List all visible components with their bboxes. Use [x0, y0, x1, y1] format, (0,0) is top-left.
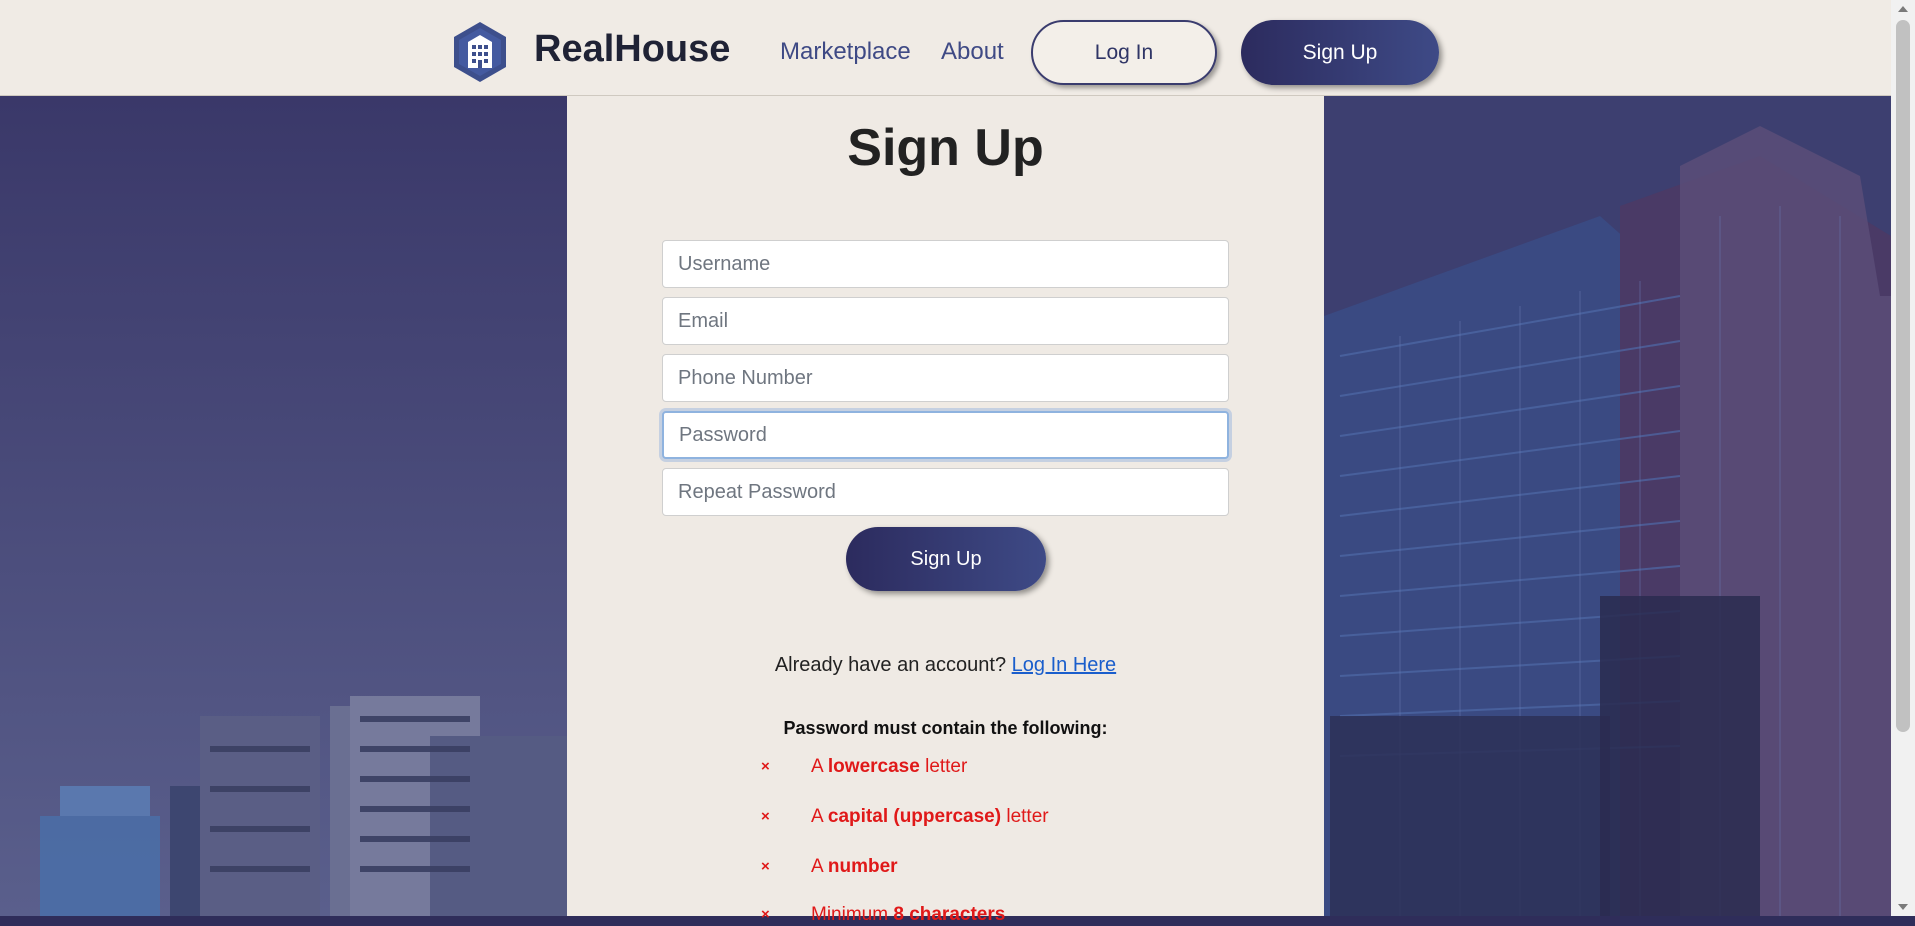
requirement-suffix: letter	[1001, 806, 1049, 827]
requirement-prefix: A	[811, 756, 828, 777]
page-scrollbar[interactable]	[1891, 0, 1915, 916]
login-prompt-text: Already have an account?	[774, 654, 1007, 676]
nav-link-about[interactable]: About	[941, 38, 1004, 66]
requirement-keyword: 8 characters	[893, 904, 1006, 925]
nav-link-marketplace[interactable]: Marketplace	[780, 38, 911, 66]
login-prompt: Already have an account? Log In Here	[567, 654, 1324, 677]
signup-submit-button[interactable]: Sign Up	[846, 527, 1046, 591]
nav-signup-button[interactable]: Sign Up	[1241, 20, 1439, 85]
requirement-keyword: capital (uppercase)	[827, 806, 1002, 827]
requirement-keyword: lowercase	[827, 756, 920, 777]
password-requirements-heading: Password must contain the following:	[783, 718, 1108, 738]
login-here-link[interactable]: Log In Here	[1012, 654, 1117, 676]
cross-icon: ×	[761, 906, 770, 923]
repeat-password-input[interactable]	[662, 468, 1229, 516]
brand-name[interactable]: RealHouse	[534, 28, 730, 71]
nav-login-button[interactable]: Log In	[1031, 20, 1217, 85]
signup-panel: Sign Up Sign Up Already have an account?…	[567, 96, 1324, 925]
cross-icon: ×	[761, 858, 770, 875]
scroll-down-arrow-icon[interactable]	[1898, 904, 1908, 910]
cross-icon: ×	[761, 758, 770, 775]
cross-icon: ×	[761, 808, 770, 825]
phone-number-input[interactable]	[662, 354, 1229, 402]
top-navbar: RealHouse Marketplace About Log In Sign …	[0, 0, 1891, 96]
scrollbar-thumb[interactable]	[1896, 20, 1910, 732]
password-input[interactable]	[662, 411, 1229, 459]
requirement-prefix: A	[811, 806, 828, 827]
page-title: Sign Up	[847, 119, 1044, 177]
requirement-keyword: number	[827, 856, 898, 877]
requirement-suffix: letter	[919, 756, 968, 777]
username-input[interactable]	[662, 240, 1229, 288]
requirement-prefix: Minimum	[811, 904, 894, 925]
scroll-up-arrow-icon[interactable]	[1898, 6, 1908, 12]
building-hexagon-icon[interactable]	[448, 20, 512, 84]
requirement-prefix: A	[811, 856, 828, 877]
email-input[interactable]	[662, 297, 1229, 345]
